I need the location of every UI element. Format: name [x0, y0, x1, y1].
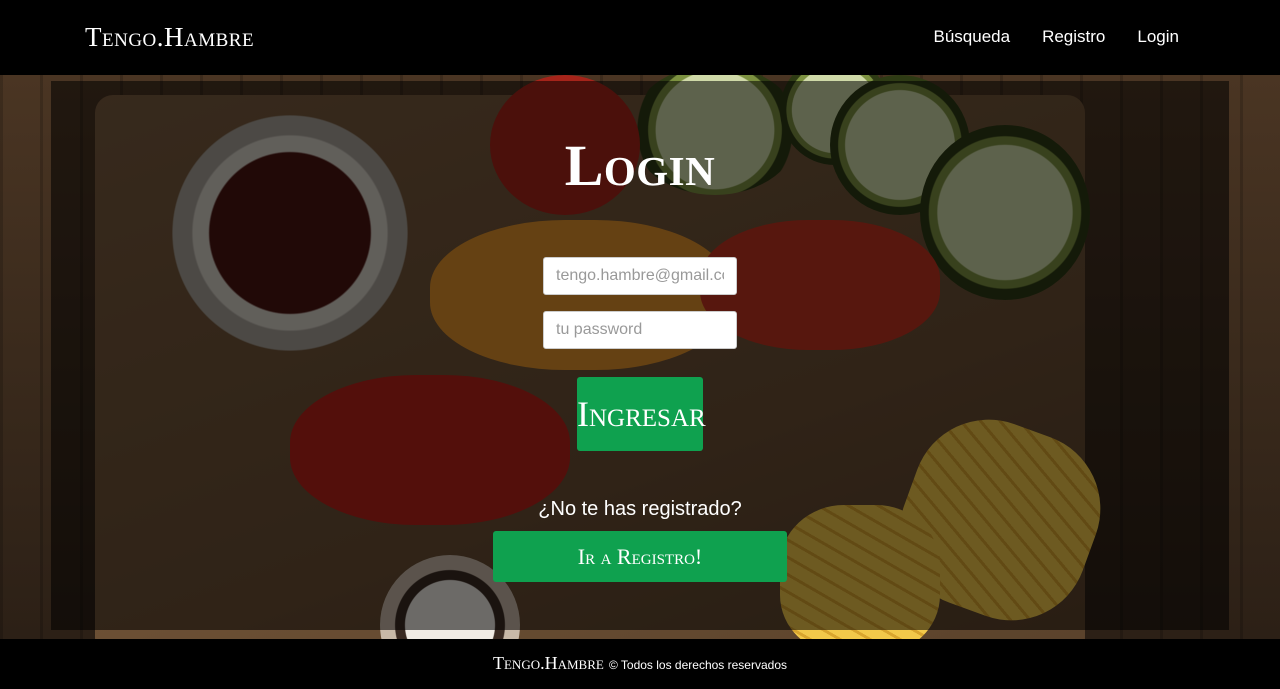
register-prompt: ¿No te has registrado?: [538, 498, 742, 520]
nav-item-login[interactable]: Login: [1137, 27, 1179, 47]
password-field[interactable]: [543, 311, 737, 349]
navbar: Tengo.Hambre Búsqueda Registro Login: [0, 0, 1280, 75]
nav-item-busqueda[interactable]: Búsqueda: [934, 27, 1011, 47]
brand-logo[interactable]: Tengo.Hambre: [85, 22, 254, 53]
email-field[interactable]: [543, 257, 737, 295]
go-to-register-button[interactable]: Ir a Registro!: [493, 531, 787, 582]
footer-brand: Tengo.Hambre: [493, 653, 604, 673]
login-submit-button[interactable]: Ingresar: [577, 377, 706, 451]
nav-menu: Búsqueda Registro Login: [934, 27, 1180, 47]
nav-item-registro[interactable]: Registro: [1042, 27, 1105, 47]
footer-copyright: © Todos los derechos reservados: [608, 658, 787, 672]
page-title: Login: [564, 133, 716, 198]
login-section: Login Ingresar ¿No te has registrado? Ir…: [0, 0, 1280, 689]
footer: Tengo.Hambre © Todos los derechos reserv…: [0, 639, 1280, 689]
